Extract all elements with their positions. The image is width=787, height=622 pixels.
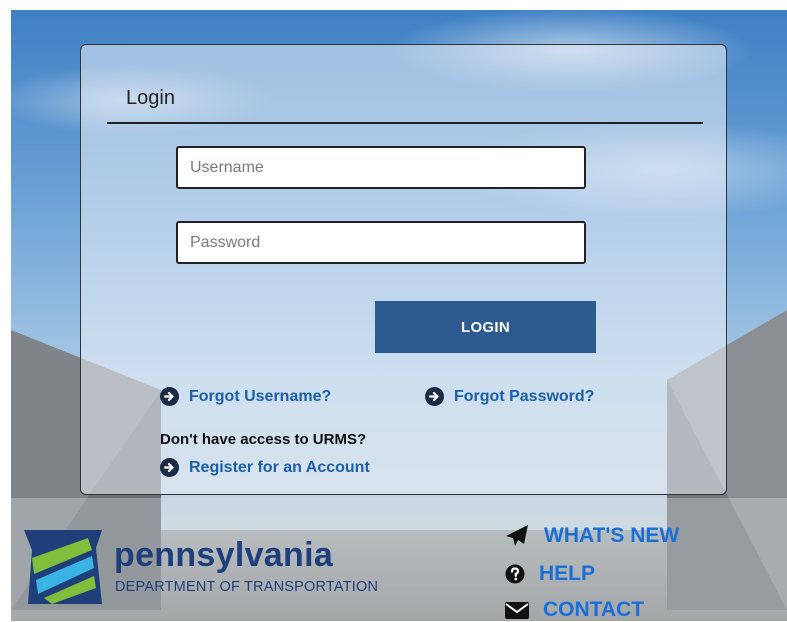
whats-new-link[interactable]: WHAT'S NEW: [504, 524, 679, 548]
login-button[interactable]: LOGIN: [375, 301, 596, 353]
contact-link[interactable]: CONTACT: [505, 598, 644, 622]
arrow-circle-right-icon: [160, 387, 179, 406]
arrow-circle-right-icon: [160, 458, 179, 477]
brand-name: pennsylvania: [114, 536, 334, 574]
login-title: Login: [126, 87, 175, 109]
question-circle-icon: [505, 564, 525, 584]
brand-subtitle: DEPARTMENT OF TRANSPORTATION: [115, 579, 379, 595]
password-input[interactable]: [176, 221, 586, 264]
whats-new-label: WHAT'S NEW: [544, 524, 680, 547]
forgot-password-link[interactable]: Forgot Password?: [425, 387, 594, 406]
register-link[interactable]: Register for an Account: [160, 458, 370, 477]
forgot-password-label: Forgot Password?: [454, 387, 595, 405]
forgot-username-label: Forgot Username?: [189, 387, 332, 405]
forgot-username-link[interactable]: Forgot Username?: [160, 387, 331, 406]
help-link[interactable]: HELP: [505, 562, 595, 586]
contact-label: CONTACT: [543, 598, 645, 621]
help-label: HELP: [539, 562, 596, 585]
no-access-text: Don't have access to URMS?: [160, 431, 367, 448]
register-label: Register for an Account: [189, 458, 370, 476]
arrow-circle-right-icon: [425, 387, 444, 406]
keystone-logo-icon: [24, 530, 102, 604]
login-panel: Login LOGIN Forgot Username? Forgot Pass…: [80, 44, 727, 495]
envelope-icon: [505, 602, 529, 619]
username-input[interactable]: [176, 146, 586, 189]
title-divider: [107, 122, 703, 124]
paper-plane-icon: [506, 525, 528, 546]
